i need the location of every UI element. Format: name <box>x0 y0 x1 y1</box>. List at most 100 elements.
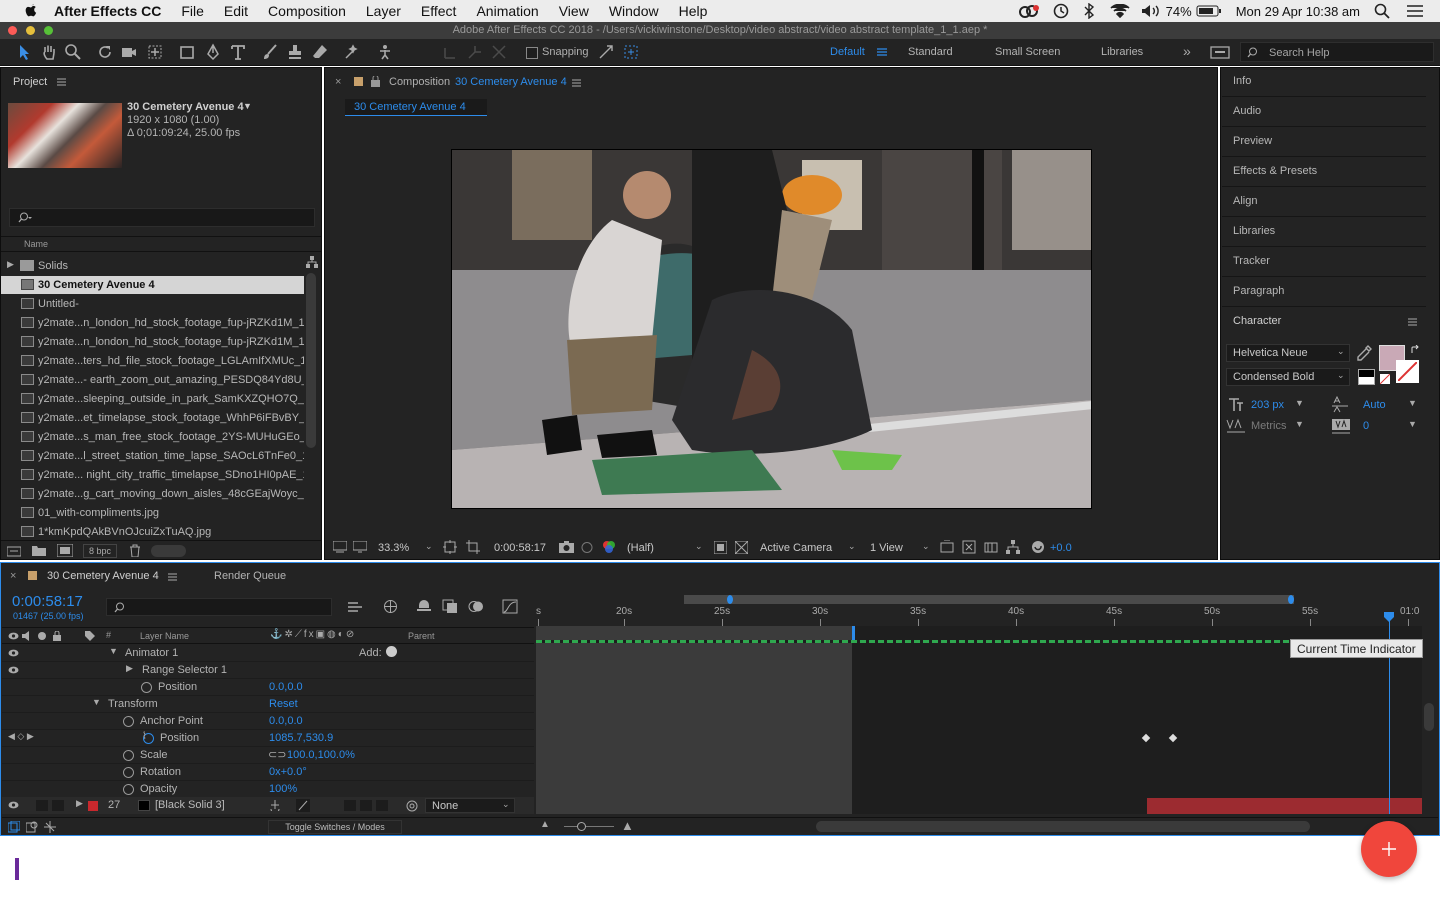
project-scrollbar[interactable] <box>306 273 316 448</box>
workspace-small-screen[interactable]: Small Screen <box>995 46 1060 58</box>
property-value[interactable]: 1085.7,530.9 <box>269 732 333 744</box>
menu-effect[interactable]: Effect <box>421 3 457 19</box>
property-row[interactable]: ▼ Transform Reset <box>2 696 534 713</box>
layer-name[interactable]: [Black Solid 3] <box>155 799 225 811</box>
pan-behind-tool-icon[interactable] <box>146 43 164 61</box>
view-layout-dropdown[interactable]: 1 View <box>870 542 903 554</box>
solo-toggle-icon[interactable] <box>38 632 46 640</box>
draft-3d-icon[interactable] <box>962 540 976 554</box>
snapshot-camera-icon[interactable] <box>559 541 574 553</box>
menu-composition[interactable]: Composition <box>268 3 346 19</box>
region-of-interest-icon[interactable] <box>466 540 480 554</box>
viewer-timecode[interactable]: 0:00:58:17 <box>494 542 546 554</box>
workspace-standard[interactable]: Standard <box>908 46 953 58</box>
show-snapshot-icon[interactable] <box>580 541 594 554</box>
comp-viewer-tab[interactable]: 30 Cemetery Avenue 4 <box>345 99 487 116</box>
zoom-window-button[interactable] <box>44 26 53 35</box>
font-size-value[interactable]: 203 px <box>1251 399 1284 411</box>
snap-features-icon[interactable] <box>622 43 640 61</box>
panel-menu-icon[interactable] <box>572 79 581 87</box>
roto-brush-tool-icon[interactable] <box>343 43 361 61</box>
comp-info-name[interactable]: 30 Cemetery Avenue 4 <box>127 101 244 113</box>
keyframe-navigator-icon[interactable]: ◀ ◇ ▶ <box>8 731 34 742</box>
chevron-down-icon[interactable]: ⌄ <box>425 541 433 552</box>
property-row[interactable]: Rotation 0x+0.0° <box>2 764 534 781</box>
trash-icon[interactable] <box>129 544 141 557</box>
project-item-row[interactable]: y2mate...n_london_hd_stock_footage_fup-j… <box>1 314 304 332</box>
fast-previews-icon[interactable] <box>714 541 727 554</box>
property-value[interactable]: Reset <box>269 698 298 710</box>
resolution-dropdown[interactable]: (Half) <box>627 542 654 554</box>
timeline-zoom-handle[interactable] <box>577 822 586 831</box>
panel-menu-icon[interactable] <box>57 78 66 86</box>
in-out-pane-icon[interactable] <box>44 821 56 833</box>
bluetooth-icon[interactable] <box>1084 3 1094 19</box>
time-machine-icon[interactable] <box>1052 3 1070 19</box>
composition-mini-flowchart-icon[interactable] <box>348 600 364 614</box>
label-tag-icon[interactable] <box>84 630 96 642</box>
stopwatch-icon[interactable] <box>123 750 134 761</box>
menu-layer[interactable]: Layer <box>366 3 401 19</box>
render-queue-tab[interactable]: Render Queue <box>214 570 286 582</box>
new-composition-icon[interactable] <box>57 544 73 557</box>
apple-icon[interactable] <box>22 3 40 19</box>
eyedropper-icon[interactable] <box>1356 345 1372 361</box>
character-panel-title[interactable]: Character <box>1233 315 1281 327</box>
add-property-icon[interactable] <box>386 646 397 657</box>
property-row[interactable]: Position 0.0,0.0 <box>2 679 534 696</box>
zoom-out-icon[interactable]: ▲ <box>540 819 550 830</box>
chevron-down-icon[interactable]: ▼ <box>1295 419 1304 429</box>
project-folder-row[interactable]: ▶ Solids <box>1 257 304 275</box>
property-row[interactable]: Scale 100.0,100.0% ⊂⊃ <box>2 747 534 764</box>
project-item-row[interactable]: 01_with-compliments.jpg <box>1 504 304 522</box>
always-preview-icon[interactable] <box>333 541 347 553</box>
sync-settings-icon[interactable] <box>1210 46 1230 59</box>
app-name-menu[interactable]: After Effects CC <box>54 3 161 19</box>
pen-tool-icon[interactable] <box>204 43 222 61</box>
menu-help[interactable]: Help <box>679 3 708 19</box>
floating-add-button[interactable] <box>1361 821 1417 877</box>
property-row[interactable]: ▶ Range Selector 1 <box>2 662 534 679</box>
menu-window[interactable]: Window <box>609 3 659 19</box>
property-row[interactable]: Anchor Point 0.0,0.0 <box>2 713 534 730</box>
rotation-tool-icon[interactable] <box>96 43 114 61</box>
search-help-field[interactable]: Search Help <box>1240 42 1434 62</box>
panel-tab-align[interactable]: Align <box>1222 187 1426 217</box>
eye-icon[interactable] <box>8 649 19 657</box>
battery-icon[interactable] <box>1196 5 1222 17</box>
bpc-button[interactable]: 8 bpc <box>83 544 117 558</box>
color-channels-icon[interactable] <box>602 540 616 554</box>
chevron-down-icon[interactable]: ⌄ <box>695 541 703 552</box>
snapping-checkbox[interactable] <box>526 47 538 59</box>
timeline-timecode[interactable]: 0:00:58:17 <box>12 593 83 610</box>
flowchart-icon[interactable] <box>306 256 318 268</box>
minimize-window-button[interactable] <box>26 26 35 35</box>
lock-icon[interactable] <box>371 76 380 87</box>
stopwatch-icon[interactable] <box>123 767 134 778</box>
reset-exposure-icon[interactable] <box>1031 540 1045 554</box>
notification-center-icon[interactable] <box>1406 4 1424 18</box>
eraser-tool-icon[interactable] <box>311 43 329 61</box>
menu-view[interactable]: View <box>559 3 589 19</box>
eye-icon[interactable] <box>8 801 19 809</box>
frame-blending-icon[interactable] <box>442 599 458 614</box>
workspace-menu-icon[interactable] <box>877 47 887 57</box>
keyframe-diamond-icon[interactable] <box>1168 733 1178 743</box>
panel-tab-paragraph[interactable]: Paragraph <box>1222 277 1426 307</box>
work-area-end-handle[interactable] <box>1288 595 1294 604</box>
project-item-row[interactable]: y2mate...et_timelapse_stock_footage_WhhP… <box>1 409 304 427</box>
work-area-start-handle[interactable] <box>727 595 733 604</box>
property-value[interactable]: 100.0,100.0% <box>287 749 355 761</box>
panel-tab-info[interactable]: Info <box>1222 67 1426 97</box>
chevron-down-icon[interactable]: ▼ <box>1295 398 1304 408</box>
property-row[interactable]: ▼ Animator 1 Add: <box>2 645 534 662</box>
property-row[interactable]: Opacity 100% <box>2 781 534 798</box>
expand-triangle-icon[interactable]: ▶ <box>76 798 83 809</box>
name-column-header[interactable]: Name <box>24 239 48 249</box>
property-value[interactable]: 0x+0.0° <box>269 766 307 778</box>
camera-tool-icon[interactable] <box>120 43 138 61</box>
spotlight-icon[interactable] <box>1374 3 1390 19</box>
parent-column-header[interactable]: Parent <box>408 631 435 641</box>
modes-pane-icon[interactable] <box>26 821 38 833</box>
thumbnail-slider[interactable] <box>151 545 186 557</box>
